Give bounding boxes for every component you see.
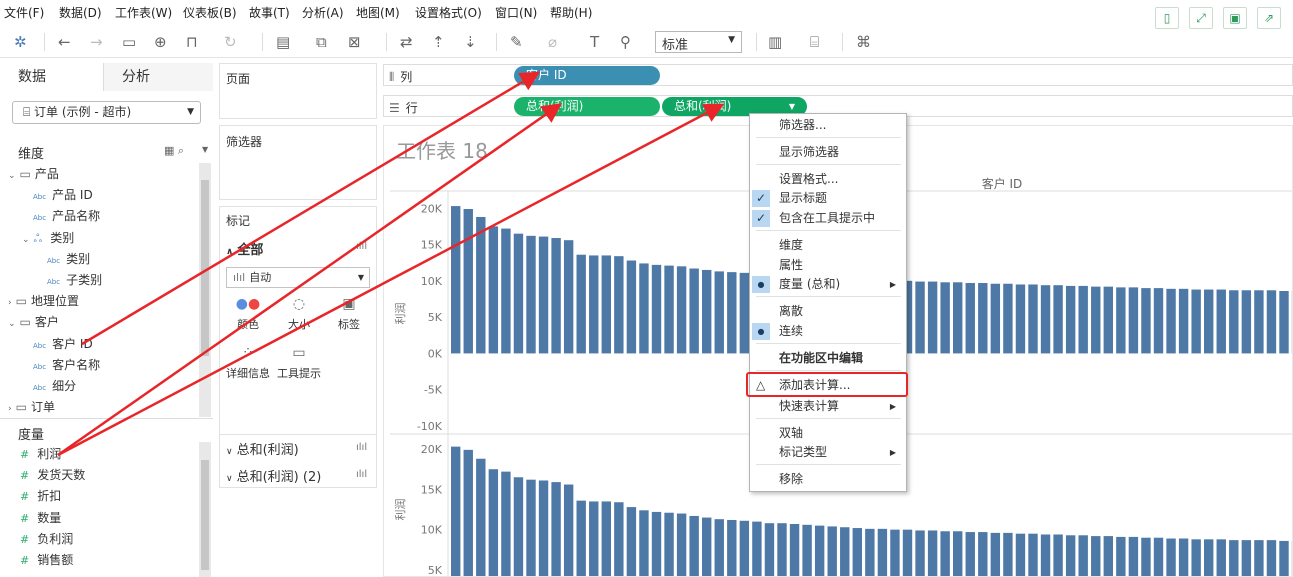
submenu-arrow-icon: ▶ bbox=[889, 280, 896, 289]
menu-separator bbox=[756, 137, 901, 138]
menu-separator bbox=[756, 296, 901, 297]
menu-separator bbox=[756, 418, 901, 419]
menu-separator bbox=[756, 370, 901, 371]
menu-item[interactable]: 包含在工具提示中 bbox=[779, 210, 875, 227]
checkmark-icon: ✓ bbox=[752, 210, 770, 227]
menu-item[interactable]: 离散 bbox=[779, 303, 803, 320]
menu-item[interactable]: 设置格式... bbox=[779, 171, 838, 188]
menu-item[interactable]: 属性 bbox=[779, 257, 803, 274]
menu-item[interactable]: 双轴 bbox=[779, 425, 803, 442]
pill-context-menu: 筛选器... 显示筛选器设置格式... ✓ 显示标题 ✓ 包含在工具提示中 维度属性 ● 度量 … bbox=[746, 113, 908, 492]
menu-item[interactable]: 显示标题 bbox=[779, 190, 827, 207]
highlight-box bbox=[746, 372, 908, 397]
menu-item[interactable]: 维度 bbox=[779, 237, 803, 254]
menu-item[interactable]: 在功能区中编辑 bbox=[779, 350, 863, 367]
menu-item[interactable]: 移除 bbox=[779, 471, 803, 488]
menu-item[interactable]: 标记类型 bbox=[779, 444, 827, 461]
submenu-arrow-icon: ▶ bbox=[889, 448, 896, 457]
menu-separator bbox=[756, 343, 901, 344]
menu-separator bbox=[756, 464, 901, 465]
menu-item[interactable]: 度量 (总和) bbox=[779, 276, 840, 293]
annotation-arrow bbox=[57, 103, 725, 457]
menu-item[interactable]: 连续 bbox=[779, 323, 803, 340]
radio-dot-icon: ● bbox=[752, 323, 770, 340]
annotation-layer bbox=[57, 71, 725, 457]
radio-dot-icon: ● bbox=[752, 276, 770, 293]
annotation-arrow bbox=[57, 103, 563, 457]
menu-separator bbox=[756, 230, 901, 231]
menu-item[interactable]: 快速表计算 bbox=[779, 398, 839, 415]
menu-item[interactable]: 筛选器... bbox=[779, 117, 826, 134]
submenu-arrow-icon: ▶ bbox=[889, 402, 896, 411]
annotation-arrow bbox=[81, 71, 541, 346]
menu-item[interactable]: 显示筛选器 bbox=[779, 144, 839, 161]
checkmark-icon: ✓ bbox=[752, 190, 770, 207]
menu-separator bbox=[756, 164, 901, 165]
